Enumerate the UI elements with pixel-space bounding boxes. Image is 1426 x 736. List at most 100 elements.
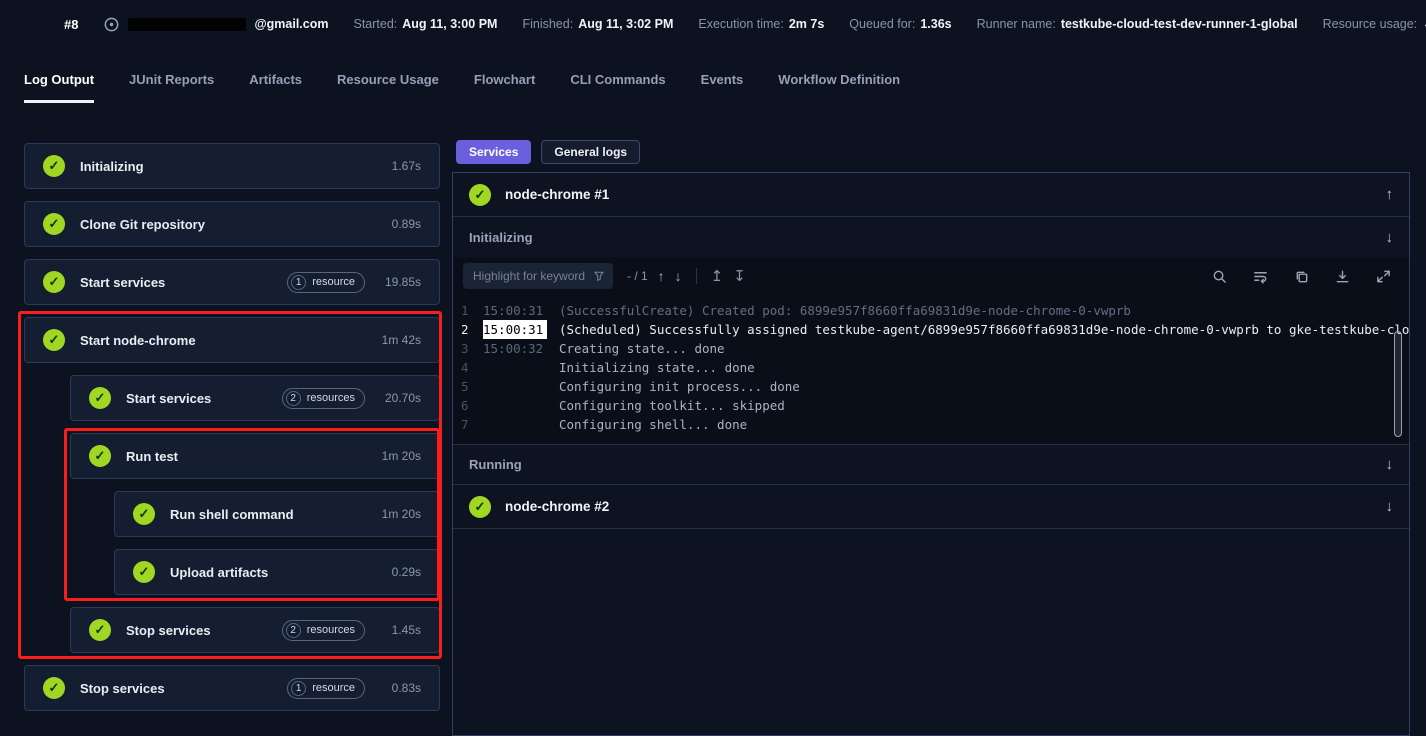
meta-value: 1.36s [920,17,951,31]
search-icon[interactable] [1212,269,1227,284]
match-counter: - / 1 [627,269,648,283]
success-check-icon: ✓ [43,677,65,699]
log-line: 5 Configuring init process... done [453,377,1409,396]
tab[interactable]: JUnit Reports [129,72,214,103]
tab[interactable]: Workflow Definition [778,72,900,103]
step-card[interactable]: ✓ Upload artifacts 0.29s [114,549,440,595]
line-number: 6 [453,396,475,415]
step-label: Run test [126,449,178,464]
line-timestamp [483,415,547,434]
download-icon[interactable] [1335,269,1350,284]
step-label: Clone Git repository [80,217,205,232]
step-card[interactable]: ✓ Start node-chrome 1m 42s [24,317,440,363]
log-view-pill[interactable]: General logs [541,140,640,164]
resource-badge: 1 resource [287,272,365,293]
services-log-container: ✓ node-chrome #1 ↑ Initializing ↓ - / 1 … [452,172,1410,736]
log-actions [1212,269,1399,284]
step-label: Run shell command [170,507,294,522]
step-card[interactable]: ✓ Run test 1m 20s [70,433,440,479]
step-duration: 1.67s [377,159,421,173]
step-duration: 0.83s [377,681,421,695]
step-card[interactable]: ✓ Start services 2 resources 20.70s [70,375,440,421]
resource-word: resources [307,624,355,636]
log-line: 6 Configuring toolkit... skipped [453,396,1409,415]
jump-to-bottom-icon[interactable]: ↧ [733,269,746,284]
step-card[interactable]: ✓ Stop services 2 resources 1.45s [70,607,440,653]
fullscreen-expand-icon[interactable] [1376,269,1391,284]
log-viewer: - / 1 ↑ ↓ ↥ ↧ [453,257,1409,445]
success-check-icon: ✓ [43,271,65,293]
expand-arrow-icon[interactable]: ↓ [1386,499,1394,514]
log-lines: 1 15:00:31 (SuccessfulCreate) Created po… [453,295,1409,444]
step-label: Start services [80,275,165,290]
resource-word: resources [307,392,355,404]
step-card[interactable]: ✓ Start services 1 resource 19.85s [24,259,440,305]
execution-meta-field: Queued for: 1.36s [849,17,951,31]
tab[interactable]: Events [701,72,744,103]
resource-usage-label: Resource usage: [1323,17,1418,31]
step-card[interactable]: ✓ Initializing 1.67s [24,143,440,189]
execution-topbar: #8 @gmail.com Started: Aug 11, 3:00 PM F… [0,0,1426,48]
service-header-node-chrome-1[interactable]: ✓ node-chrome #1 ↑ [453,173,1409,217]
toolbar-divider [696,268,697,284]
execution-number: #8 [64,17,78,32]
resource-badge: 2 resources [282,388,365,409]
meta-value: testkube-cloud-test-dev-runner-1-global [1061,17,1298,31]
step-duration: 19.85s [377,275,421,289]
step-label: Stop services [126,623,211,638]
meta-label: Queued for: [849,17,915,31]
step-duration: 20.70s [377,391,421,405]
expand-arrow-icon[interactable]: ↓ [1386,230,1394,245]
meta-label: Finished: [522,17,573,31]
meta-label: Started: [353,17,397,31]
step-card[interactable]: ✓ Stop services 1 resource 0.83s [24,665,440,711]
step-label: Initializing [80,159,144,174]
execution-meta-field: Started: Aug 11, 3:00 PM [353,17,497,31]
service-title: node-chrome #2 [505,499,1372,514]
service-header-node-chrome-2[interactable]: ✓ node-chrome #2 ↓ [453,485,1409,529]
line-timestamp [483,377,547,396]
collapse-arrow-icon[interactable]: ↑ [1386,187,1394,202]
step-duration: 1m 20s [377,449,421,463]
tab-bar: Log Output JUnit Reports Artifacts Resou… [24,72,900,103]
execution-meta-field: Finished: Aug 11, 3:02 PM [522,17,673,31]
log-scrollbar-thumb[interactable] [1394,331,1402,437]
line-text: Initializing state... done [559,358,755,377]
step-duration: 1.45s [377,623,421,637]
previous-match-icon[interactable]: ↑ [658,268,665,284]
resource-badge: 2 resources [282,620,365,641]
tab[interactable]: Artifacts [249,72,302,103]
line-timestamp [483,358,547,377]
step-card[interactable]: ✓ Run shell command 1m 20s [114,491,440,537]
success-check-icon: ✓ [43,329,65,351]
tab[interactable]: Flowchart [474,72,535,103]
line-wrap-icon[interactable] [1253,269,1268,284]
tab[interactable]: CLI Commands [570,72,665,103]
step-duration: 1m 42s [377,333,421,347]
copy-icon[interactable] [1294,269,1309,284]
resource-badge: 1 resource [287,678,365,699]
log-view-switcher: Services General logs [456,140,640,164]
log-view-pill[interactable]: Services [456,140,531,164]
next-match-icon[interactable]: ↓ [675,268,682,284]
line-timestamp: 15:00:31 [483,320,547,339]
log-line: 7 Configuring shell... done [453,415,1409,434]
success-check-icon: ✓ [469,496,491,518]
section-running[interactable]: Running ↓ [453,445,1409,485]
line-timestamp: 15:00:31 [483,301,547,320]
log-toolbar: - / 1 ↑ ↓ ↥ ↧ [453,257,1409,295]
expand-arrow-icon[interactable]: ↓ [1386,457,1394,472]
line-text: Configuring toolkit... skipped [559,396,785,415]
keyword-search-input[interactable] [463,263,613,289]
step-card[interactable]: ✓ Clone Git repository 0.89s [24,201,440,247]
step-duration: 1m 20s [377,507,421,521]
execution-meta-field: Runner name: testkube-cloud-test-dev-run… [977,17,1298,31]
meta-value: 2m 7s [789,17,824,31]
tab[interactable]: Resource Usage [337,72,439,103]
line-timestamp: 15:00:32 [483,339,547,358]
tab[interactable]: Log Output [24,72,94,103]
jump-to-top-icon[interactable]: ↥ [711,269,724,284]
line-number: 2 [453,320,475,339]
section-initializing[interactable]: Initializing ↓ [453,217,1409,257]
resource-word: resource [312,276,355,288]
